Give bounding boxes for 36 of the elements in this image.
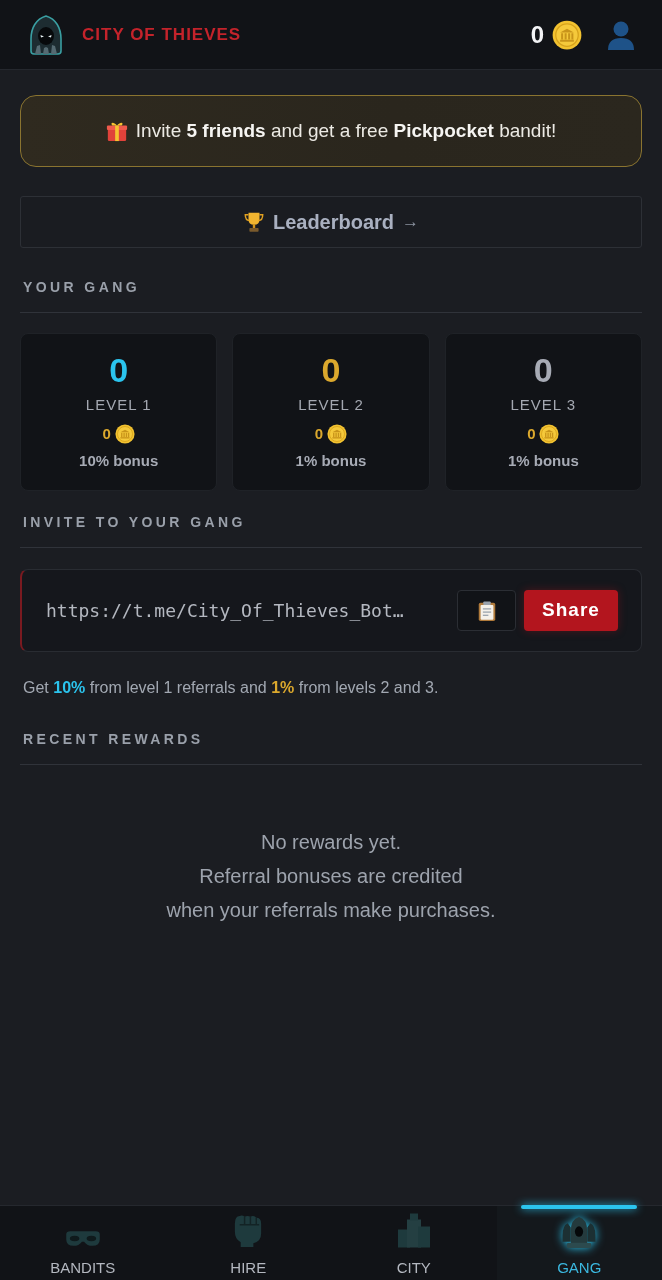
app-title: CITY OF THIEVES xyxy=(82,23,242,46)
referral-url-text: https://t.me/City_Of_Thieves_Bot… xyxy=(46,599,405,623)
user-silhouette-icon xyxy=(606,19,636,50)
coin-icon xyxy=(539,424,560,445)
empty-rewards-title: No rewards yet. xyxy=(259,830,403,855)
nav-tab[interactable]: CITY xyxy=(331,1206,497,1280)
nav-tab[interactable]: HIRE xyxy=(165,1206,331,1280)
coin-icon xyxy=(327,424,348,445)
coin-earnings: 0 xyxy=(102,423,111,444)
leaderboard-button[interactable]: Leaderboard → xyxy=(20,196,642,248)
gift-icon xyxy=(105,120,128,142)
coin-icon xyxy=(552,19,582,50)
referral-bonus-note: Get 10% from level 1 referrals and 1% from levels 2 and 3. xyxy=(23,678,440,698)
trophy-icon xyxy=(242,211,265,233)
bonus-rate: 1% bonus xyxy=(295,451,367,472)
bonus-rate: 1% bonus xyxy=(507,451,579,472)
referral-count: 0 xyxy=(109,352,129,390)
bonus-rate: 10% bonus xyxy=(79,451,159,472)
referral-count: 0 xyxy=(533,352,553,390)
promo-text: Invite 5 friends and get a free Pickpocket bandit! xyxy=(135,118,557,143)
coin-earnings: 0 xyxy=(314,423,324,444)
coin-icon xyxy=(114,424,135,445)
coin-earnings: 0 xyxy=(527,423,536,444)
nav-tab[interactable]: BANDITS xyxy=(0,1206,166,1280)
coin-balance: 0 xyxy=(530,19,544,50)
section-heading: RECENT REWARDS xyxy=(20,729,642,765)
level-label: LEVEL 2 xyxy=(298,395,364,416)
section-heading: INVITE TO YOUR GANG xyxy=(20,512,642,548)
empty-rewards-message: Referral bonuses are credited when your referrals make purchases. xyxy=(165,864,497,923)
share-button[interactable]: Share xyxy=(524,590,618,631)
nav-tab[interactable]: GANG xyxy=(496,1206,662,1280)
referral-count: 0 xyxy=(321,352,341,390)
level-label: LEVEL 3 xyxy=(510,395,577,416)
level-label: LEVEL 1 xyxy=(85,395,152,416)
section-heading: YOUR GANG xyxy=(20,277,642,313)
copy-button[interactable] xyxy=(457,590,516,631)
